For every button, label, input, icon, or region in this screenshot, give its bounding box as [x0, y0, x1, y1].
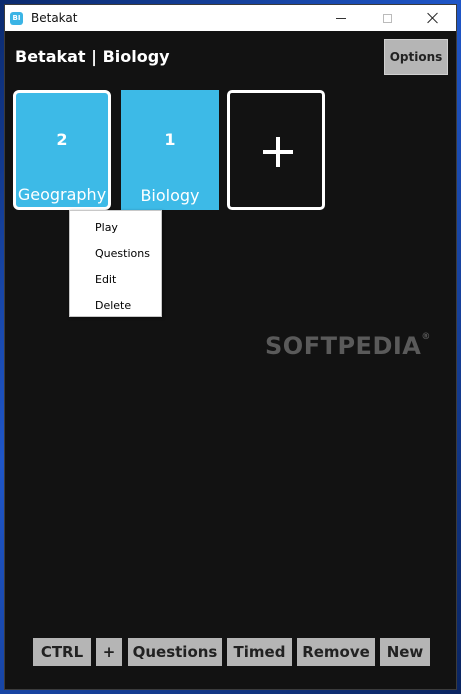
page-title: Betakat | Biology — [15, 47, 170, 66]
minimize-icon — [336, 17, 346, 19]
maximize-icon — [382, 13, 392, 23]
watermark-mark: ® — [421, 332, 431, 342]
remove-button[interactable]: Remove — [297, 638, 375, 666]
menu-item-questions[interactable]: Questions — [70, 241, 161, 267]
minimize-button[interactable] — [318, 5, 364, 31]
questions-button[interactable]: Questions — [128, 638, 222, 666]
deck-card-geography[interactable]: 2 Geography — [13, 90, 111, 210]
options-button[interactable]: Options — [384, 39, 448, 75]
window-title: Betakat — [31, 11, 78, 25]
watermark: SOFTPEDIA® — [265, 332, 431, 360]
title-bar[interactable]: BI Betakat — [5, 5, 456, 31]
close-icon — [427, 12, 439, 24]
deck-name: Geography — [17, 185, 107, 204]
menu-item-delete[interactable]: Delete — [70, 293, 161, 319]
watermark-text: SOFTPEDIA — [265, 332, 422, 360]
menu-item-play[interactable]: Play — [70, 215, 161, 241]
new-button[interactable]: New — [380, 638, 430, 666]
ctrl-button[interactable]: CTRL — [33, 638, 91, 666]
plus-button[interactable]: + — [96, 638, 122, 666]
deck-name: Biology — [140, 186, 200, 205]
plus-icon — [263, 137, 293, 167]
menu-item-edit[interactable]: Edit — [70, 267, 161, 293]
deck-count: 1 — [164, 130, 176, 149]
deck-count: 2 — [56, 130, 68, 149]
app-icon: BI — [10, 11, 23, 25]
maximize-button[interactable] — [364, 5, 410, 31]
app-window: BI Betakat Betakat | Biology Options 2 G… — [4, 4, 457, 690]
close-button[interactable] — [410, 5, 456, 31]
context-menu: Play Questions Edit Delete — [69, 210, 162, 317]
add-deck-button[interactable] — [227, 90, 325, 210]
timed-button[interactable]: Timed — [227, 638, 292, 666]
deck-card-biology[interactable]: 1 Biology — [121, 90, 219, 210]
